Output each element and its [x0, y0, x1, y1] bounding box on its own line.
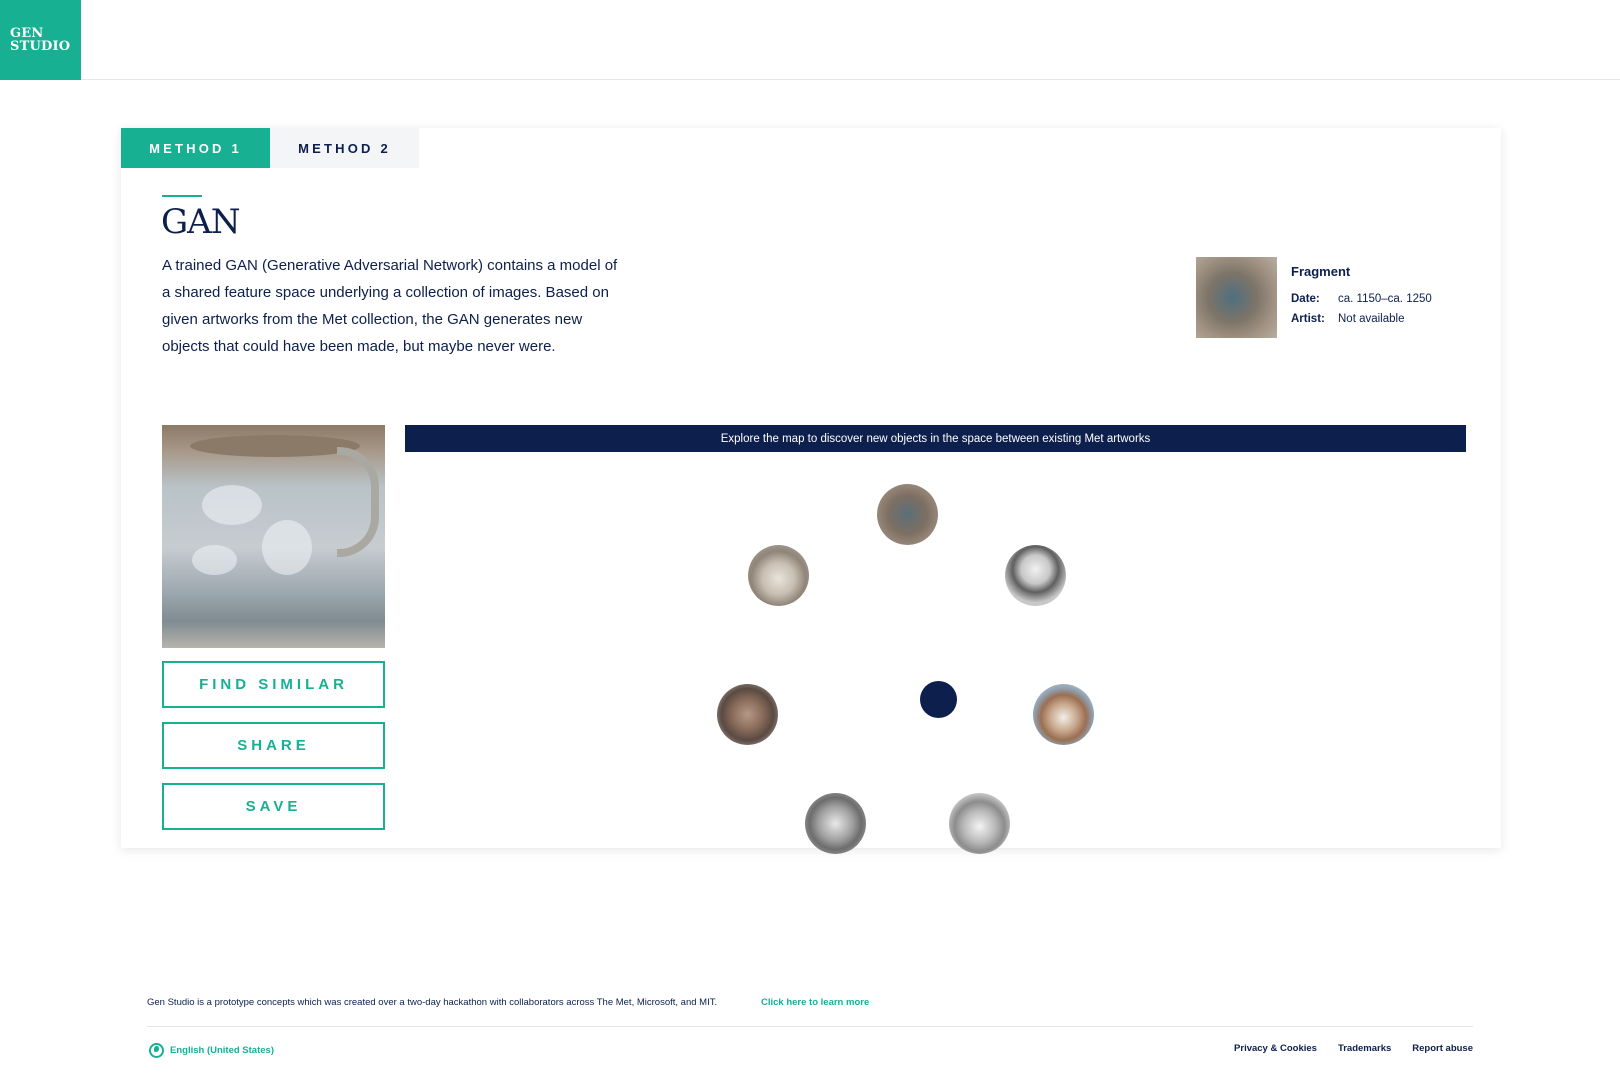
footer-links: Privacy & Cookies Trademarks Report abus… — [1234, 1043, 1473, 1054]
artwork-name: Fragment — [1291, 264, 1351, 279]
learn-more-link[interactable]: Click here to learn more — [761, 997, 869, 1008]
share-button[interactable]: SHARE — [162, 722, 385, 769]
logo-line-2: STUDIO — [10, 39, 71, 54]
map-item-ewer[interactable] — [748, 545, 809, 606]
artist-value: Not available — [1338, 313, 1405, 325]
gan-description: A trained GAN (Generative Adversarial Ne… — [162, 257, 618, 355]
footer-divider — [147, 1026, 1473, 1027]
privacy-cookies-link[interactable]: Privacy & Cookies — [1234, 1043, 1317, 1054]
date-value: ca. 1150–ca. 1250 — [1338, 293, 1432, 305]
map-item-glass-vase[interactable] — [805, 793, 866, 854]
tab-method-1[interactable]: METHOD 1 — [121, 128, 270, 168]
artist-label: Artist: — [1291, 313, 1325, 325]
date-label: Date: — [1291, 293, 1320, 305]
top-header: GEN STUDIO — [0, 0, 1620, 80]
footer-note: Gen Studio is a prototype concepts which… — [147, 997, 718, 1008]
map-current-position-marker[interactable] — [920, 681, 957, 718]
map-item-teapot[interactable] — [949, 793, 1010, 854]
find-similar-button[interactable]: FIND SIMILAR — [162, 661, 385, 708]
method-tabs: METHOD 1 METHOD 2 — [121, 128, 419, 168]
report-abuse-link[interactable]: Report abuse — [1412, 1043, 1473, 1054]
save-button[interactable]: SAVE — [162, 783, 385, 830]
map-item-bowl-fragment[interactable] — [877, 484, 938, 545]
globe-icon — [149, 1043, 164, 1058]
artwork-date-row: Date: ca. 1150–ca. 1250 — [1291, 293, 1432, 305]
title-accent-line — [162, 195, 202, 197]
tab-method-2[interactable]: METHOD 2 — [270, 128, 419, 168]
trademarks-link[interactable]: Trademarks — [1338, 1043, 1391, 1054]
page-title: GAN — [161, 202, 240, 242]
main-card: METHOD 1 METHOD 2 GAN A trained GAN (Gen… — [121, 128, 1501, 854]
map-item-porcelain-vase[interactable] — [1033, 684, 1094, 745]
gen-studio-logo[interactable]: GEN STUDIO — [0, 0, 81, 80]
map-item-armor[interactable] — [717, 684, 778, 745]
artwork-artist-row: Artist: Not available — [1291, 313, 1404, 325]
generated-image — [162, 425, 385, 648]
artwork-thumbnail[interactable] — [1196, 257, 1277, 338]
map-instruction-banner: Explore the map to discover new objects … — [405, 425, 1466, 452]
language-label: English (United States) — [170, 1045, 274, 1056]
language-selector[interactable]: English (United States) — [149, 1043, 274, 1058]
map-item-goblet[interactable] — [1005, 545, 1066, 606]
